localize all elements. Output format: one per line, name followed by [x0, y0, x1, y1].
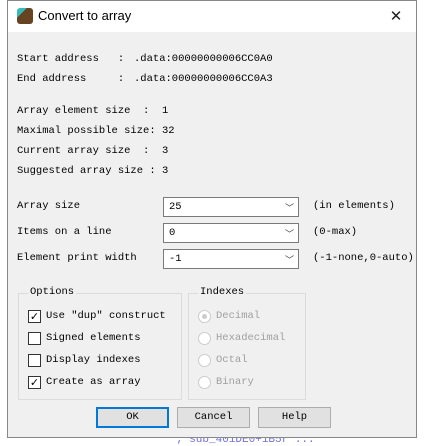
items-on-line-label: Items on a line	[17, 226, 112, 238]
display-indexes-label: Display indexes	[46, 354, 141, 366]
convert-to-array-dialog: Convert to array ✕ Start address : .data…	[7, 0, 417, 438]
display-indexes-checkbox[interactable]	[28, 354, 41, 367]
print-width-label: Element print width	[17, 252, 137, 264]
end-address-value: .data:00000000006CC0A3	[134, 73, 273, 85]
current-size-label: Current array size :	[17, 145, 150, 157]
start-address-label: Start address :	[17, 53, 125, 65]
dup-checkbox[interactable]: ✓	[28, 310, 41, 323]
print-width-combo[interactable]: -1 ﹀	[163, 249, 299, 269]
options-group: Options ✓ Use "dup" construct Signed elem…	[18, 286, 182, 400]
array-size-hint: (in elements)	[313, 200, 395, 212]
current-size-value: 3	[162, 145, 169, 157]
max-size-label: Maximal possible size:	[17, 125, 156, 137]
binary-label: Binary	[216, 376, 254, 388]
hexadecimal-radio[interactable]	[198, 332, 211, 345]
indexes-title: Indexes	[198, 286, 247, 298]
binary-radio[interactable]	[198, 376, 211, 389]
print-width-value: -1	[169, 253, 182, 265]
signed-checkbox[interactable]	[28, 332, 41, 345]
close-icon[interactable]: ✕	[384, 5, 408, 27]
title-bar: Convert to array ✕	[8, 1, 416, 32]
decimal-label: Decimal	[216, 310, 261, 322]
chevron-down-icon[interactable]: ﹀	[285, 227, 294, 240]
dup-label: Use "dup" construct	[46, 310, 166, 322]
array-size-label: Array size	[17, 200, 81, 212]
element-size-label: Array element size :	[17, 105, 150, 117]
items-on-line-combo[interactable]: 0 ﹀	[163, 223, 299, 243]
array-size-combo[interactable]: 25 ﹀	[163, 197, 299, 217]
create-array-checkbox[interactable]: ✓	[28, 376, 41, 389]
hexadecimal-label: Hexadecimal	[216, 332, 286, 344]
items-on-line-value: 0	[169, 227, 176, 239]
app-icon	[17, 8, 33, 24]
cancel-button[interactable]: Cancel	[177, 407, 250, 428]
max-size-value: 32	[162, 125, 175, 137]
suggested-size-label: Suggested array size :	[17, 165, 156, 177]
options-title: Options	[28, 286, 77, 298]
create-array-label: Create as array	[46, 376, 141, 388]
help-button[interactable]: Help	[258, 407, 331, 428]
chevron-down-icon[interactable]: ﹀	[285, 253, 294, 266]
end-address-label: End address :	[17, 73, 125, 85]
element-size-value: 1	[162, 105, 169, 117]
octal-label: Octal	[216, 354, 248, 366]
signed-label: Signed elements	[46, 332, 141, 344]
print-width-hint: (-1-none,0-auto)	[313, 252, 414, 264]
array-size-value: 25	[169, 201, 182, 213]
suggested-size-value: 3	[162, 165, 169, 177]
items-on-line-hint: (0-max)	[313, 226, 358, 238]
indexes-group: Indexes Decimal Hexadecimal Octal Binary	[188, 286, 306, 400]
start-address-value: .data:00000000006CC0A0	[134, 53, 273, 65]
chevron-down-icon[interactable]: ﹀	[285, 201, 294, 214]
decimal-radio[interactable]	[198, 310, 211, 323]
ok-button[interactable]: OK	[96, 407, 169, 428]
octal-radio[interactable]	[198, 354, 211, 367]
dialog-title: Convert to array	[38, 8, 132, 23]
